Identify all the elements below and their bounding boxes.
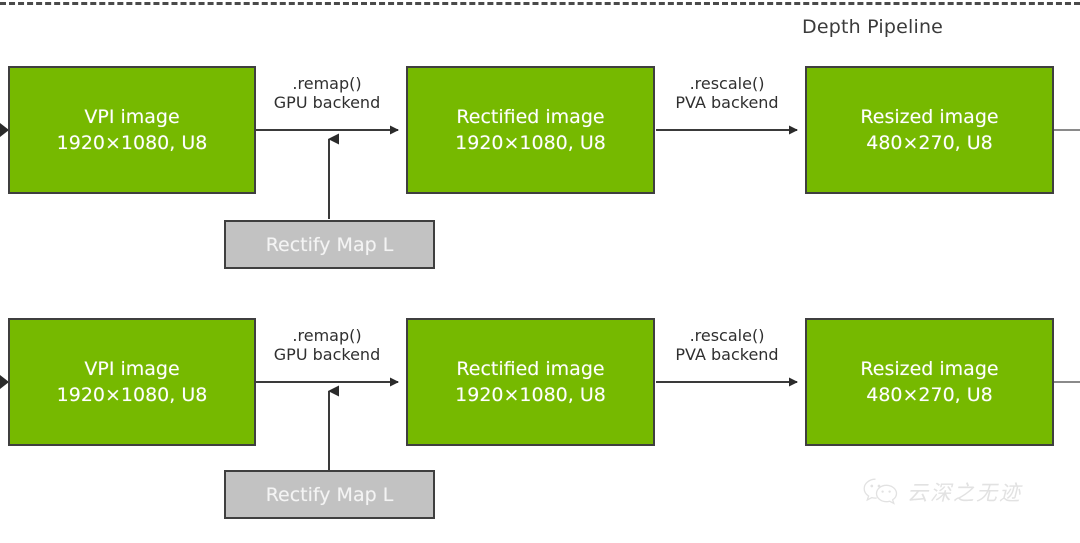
node-label: Rectify Map L [265, 483, 394, 506]
edge-label-line1: .rescale() [689, 74, 765, 93]
node-subtitle: 1920×1080, U8 [455, 132, 606, 154]
edge-label-line1: .remap() [292, 326, 362, 345]
watermark-text: 云深之无迹 [907, 481, 1022, 505]
node-rectify-map-l-bottom[interactable]: Rectify Map L [224, 470, 435, 519]
node-subtitle: 480×270, U8 [866, 132, 993, 154]
node-rectified-image-top[interactable]: Rectified image 1920×1080, U8 [406, 66, 655, 194]
node-title: Resized image [860, 106, 999, 128]
node-label: Rectify Map L [265, 233, 394, 256]
edge-label-line1: .remap() [292, 74, 362, 93]
edge-label-line2: GPU backend [273, 93, 381, 112]
edge-label-remap-bottom: .remap() GPU backend [256, 326, 398, 364]
diagram-canvas: Depth Pipeline VPI image 1920×1080, U8 R… [0, 0, 1080, 543]
node-title: Rectified image [456, 106, 605, 128]
node-title: VPI image [84, 106, 180, 128]
edge-label-rescale-bottom: .rescale() PVA backend [656, 326, 798, 364]
edge-label-line2: GPU backend [273, 345, 381, 364]
node-subtitle: 1920×1080, U8 [455, 384, 606, 406]
node-vpi-image-bottom[interactable]: VPI image 1920×1080, U8 [8, 318, 256, 446]
node-resized-image-top[interactable]: Resized image 480×270, U8 [805, 66, 1054, 194]
watermark: 云深之无迹 [862, 476, 1022, 508]
edge-label-rescale-top: .rescale() PVA backend [656, 74, 798, 112]
node-title: Resized image [860, 358, 999, 380]
node-subtitle: 1920×1080, U8 [56, 132, 208, 154]
node-title: Rectified image [456, 358, 605, 380]
node-rectified-image-bottom[interactable]: Rectified image 1920×1080, U8 [406, 318, 655, 446]
edge-label-line1: .rescale() [689, 326, 765, 345]
pipeline-group-dashed-border [0, 2, 1080, 5]
node-rectify-map-l-top[interactable]: Rectify Map L [224, 220, 435, 269]
edge-label-line2: PVA backend [675, 93, 779, 112]
node-title: VPI image [84, 358, 180, 380]
node-subtitle: 480×270, U8 [866, 384, 993, 406]
pipeline-group-title: Depth Pipeline [802, 16, 944, 38]
wechat-icon [863, 478, 898, 505]
edge-label-remap-top: .remap() GPU backend [256, 74, 398, 112]
node-subtitle: 1920×1080, U8 [56, 384, 208, 406]
edge-label-line2: PVA backend [675, 345, 779, 364]
node-vpi-image-top[interactable]: VPI image 1920×1080, U8 [8, 66, 256, 194]
node-resized-image-bottom[interactable]: Resized image 480×270, U8 [805, 318, 1054, 446]
